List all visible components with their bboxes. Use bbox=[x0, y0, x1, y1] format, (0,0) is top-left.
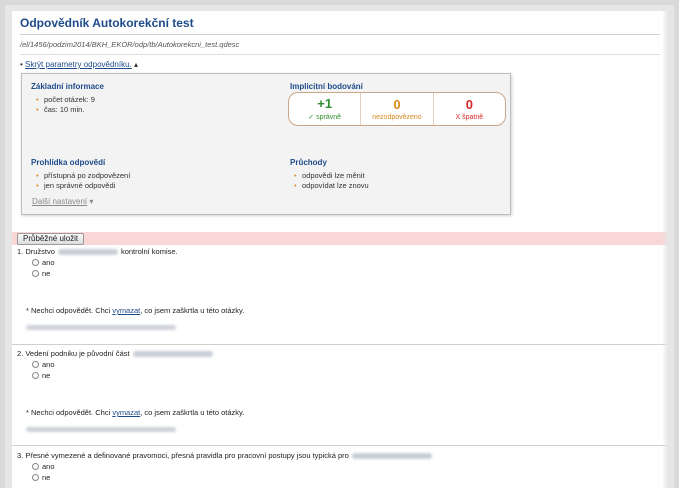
redacted-text bbox=[351, 453, 432, 460]
file-path: /el/1456/podzim2014/BKH_EKOR/odp/tb/Auto… bbox=[20, 40, 240, 49]
score-correct-label: ✓ správně bbox=[308, 114, 342, 121]
question-divider bbox=[12, 445, 668, 446]
question-text-start: 1. Družstvo bbox=[17, 247, 55, 256]
score-wrong: 0 X špatně bbox=[434, 93, 505, 125]
option-label: ne bbox=[42, 269, 51, 278]
score-correct-value: +1 bbox=[317, 96, 333, 111]
radio-button[interactable] bbox=[32, 259, 39, 266]
radio-button[interactable] bbox=[32, 463, 39, 470]
review-item: jen správné odpovědi bbox=[36, 181, 130, 191]
quiz-page: Odpovědník Autokorekční test /el/1456/po… bbox=[12, 11, 668, 488]
toggle-params: • Skrýt parametry odpovědníku. ▴ bbox=[20, 60, 138, 69]
option-label: ne bbox=[42, 473, 51, 482]
passes-heading: Průchody bbox=[290, 158, 327, 167]
toggle-params-bullet: • bbox=[20, 60, 23, 69]
more-settings: Další nastavení ▾ bbox=[32, 197, 93, 206]
page-edge bbox=[662, 11, 668, 488]
option-no[interactable]: ne bbox=[32, 473, 50, 482]
redacted-meta bbox=[26, 427, 176, 432]
option-yes[interactable]: ano bbox=[32, 258, 55, 267]
scoring-panel: +1 ✓ správně 0 nezodpovězeno 0 X špatně bbox=[288, 92, 506, 126]
option-label: ne bbox=[42, 371, 51, 380]
review-heading: Prohlídka odpovědí bbox=[31, 158, 106, 167]
score-unanswered-label: nezodpovězeno bbox=[372, 113, 422, 121]
no-answer-note: * Nechci odpovědět. Chci vymazat, co jse… bbox=[26, 408, 244, 417]
question-text: 1. Družstvo kontrolní komise. bbox=[17, 247, 178, 256]
question-text-start: 3. Přesné vymezené a definované pravomoc… bbox=[17, 451, 349, 460]
basic-info-heading: Základní informace bbox=[31, 82, 104, 91]
option-label: ano bbox=[42, 360, 55, 369]
option-yes[interactable]: ano bbox=[32, 360, 55, 369]
score-wrong-label: X špatně bbox=[455, 113, 484, 121]
option-yes[interactable]: ano bbox=[32, 462, 55, 471]
score-unanswered: 0 nezodpovězeno bbox=[361, 93, 434, 125]
score-correct: +1 ✓ správně bbox=[289, 93, 362, 125]
radio-button[interactable] bbox=[32, 372, 39, 379]
question-text-start: 2. Vedení podniku je původní část bbox=[17, 349, 130, 358]
redacted-text bbox=[57, 249, 118, 256]
option-label: ano bbox=[42, 258, 55, 267]
no-answer-suffix: , co jsem zaškrtla u této otázky. bbox=[140, 408, 245, 417]
basic-info-list: počet otázek: 9 čas: 10 min. bbox=[36, 95, 95, 115]
passes-list: odpovědi lze měnit odpovídat lze znovu bbox=[294, 171, 369, 191]
question-text-end: kontrolní komise. bbox=[120, 247, 178, 256]
redacted-meta bbox=[26, 325, 176, 330]
question-text: 2. Vedení podniku je původní část bbox=[17, 349, 216, 358]
hide-params-link[interactable]: Skrýt parametry odpovědníku. bbox=[25, 60, 132, 69]
radio-button[interactable] bbox=[32, 270, 39, 277]
clear-answer-link[interactable]: vymazat bbox=[112, 408, 140, 417]
option-label: ano bbox=[42, 462, 55, 471]
chevron-up-icon: ▴ bbox=[134, 60, 139, 69]
question-count: počet otázek: 9 bbox=[36, 95, 95, 105]
question-divider bbox=[12, 344, 668, 345]
question-text: 3. Přesné vymezené a definované pravomoc… bbox=[17, 451, 435, 460]
radio-button[interactable] bbox=[32, 361, 39, 368]
time-limit: čas: 10 min. bbox=[36, 105, 95, 115]
no-answer-prefix: * Nechci odpovědět. Chci bbox=[26, 408, 111, 417]
title-divider bbox=[20, 34, 660, 35]
chevron-down-icon: ▾ bbox=[89, 197, 94, 206]
review-item: přístupná po zodpovězení bbox=[36, 171, 130, 181]
radio-button[interactable] bbox=[32, 474, 39, 481]
passes-item: odpovědi lze měnit bbox=[294, 171, 369, 181]
save-progress-button[interactable]: Průběžné uložit bbox=[17, 233, 85, 245]
clear-answer-link[interactable]: vymazat bbox=[112, 306, 140, 315]
option-no[interactable]: ne bbox=[32, 371, 50, 380]
score-wrong-value: 0 bbox=[465, 96, 473, 112]
more-settings-link[interactable]: Další nastavení bbox=[32, 197, 87, 206]
path-divider bbox=[20, 54, 660, 55]
window-frame: Odpovědník Autokorekční test /el/1456/po… bbox=[5, 5, 674, 488]
passes-item: odpovídat lze znovu bbox=[294, 181, 369, 191]
params-box: Základní informace počet otázek: 9 čas: … bbox=[21, 73, 511, 215]
no-answer-suffix: , co jsem zaškrtla u této otázky. bbox=[140, 306, 245, 315]
redacted-text bbox=[132, 351, 213, 358]
option-no[interactable]: ne bbox=[32, 269, 50, 278]
review-list: přístupná po zodpovězení jen správné odp… bbox=[36, 171, 130, 191]
save-bar bbox=[12, 232, 668, 245]
no-answer-note: * Nechci odpovědět. Chci vymazat, co jse… bbox=[26, 306, 244, 315]
scoring-heading: Implicitní bodování bbox=[290, 82, 363, 91]
no-answer-prefix: * Nechci odpovědět. Chci bbox=[26, 306, 111, 315]
score-unanswered-value: 0 bbox=[393, 96, 401, 112]
page-title: Odpovědník Autokorekční test bbox=[20, 16, 194, 30]
